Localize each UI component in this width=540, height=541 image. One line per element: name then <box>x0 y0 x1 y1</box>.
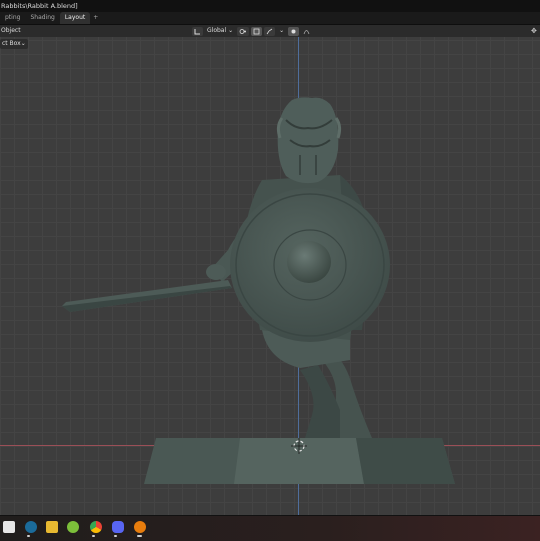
workspace-tabs: pting Shading Layout + <box>0 12 540 25</box>
file-explorer-icon[interactable] <box>46 521 58 533</box>
sword <box>62 280 232 312</box>
pivot-point-icon[interactable] <box>237 26 250 36</box>
falloff-icon[interactable] <box>301 27 312 36</box>
windows-taskbar <box>0 515 540 541</box>
snap-dropdown[interactable]: ⌄ <box>277 27 286 36</box>
view-navigate-icon[interactable]: ✥ <box>531 26 540 36</box>
base-plate <box>144 438 455 484</box>
snap-target-icon[interactable] <box>264 26 276 36</box>
transform-orientation-icon[interactable] <box>192 26 203 36</box>
transform-controls: Global ⌄ ⌄ <box>192 26 312 36</box>
tab-shading[interactable]: Shading <box>25 12 59 24</box>
round-shield <box>230 188 390 342</box>
steam-running-indicator <box>27 535 30 537</box>
proportional-editing-icon[interactable] <box>288 26 300 36</box>
viewport-header: Object Global ⌄ ⌄ <box>0 25 540 37</box>
chrome-icon[interactable] <box>90 521 102 533</box>
chrome-running-indicator <box>92 535 95 537</box>
helmeted-head <box>276 97 342 184</box>
windows-icon[interactable] <box>3 521 15 533</box>
discord-running-indicator <box>114 535 117 537</box>
transform-orientation-dropdown[interactable]: Global ⌄ <box>205 27 235 36</box>
add-workspace-button[interactable]: + <box>90 12 101 24</box>
tab-scripting[interactable]: pting <box>0 12 25 24</box>
blender-active-indicator <box>137 535 142 537</box>
transform-orientation-label: Global <box>207 27 227 34</box>
window-title: Rabbits\Rabbit A.blend] <box>1 2 78 10</box>
steam-icon[interactable] <box>25 521 37 533</box>
tab-layout[interactable]: Layout <box>59 12 91 24</box>
snap-toggle-icon[interactable] <box>251 26 263 36</box>
object-mode-menu[interactable]: Object <box>0 25 21 37</box>
title-bar: Rabbits\Rabbit A.blend] <box>0 0 540 12</box>
discord-icon[interactable] <box>112 521 124 533</box>
rabbit-warrior-model[interactable] <box>0 37 540 515</box>
chevron-down-icon: ⌄ <box>279 27 285 34</box>
blender-icon[interactable] <box>134 521 146 533</box>
green-app-icon[interactable] <box>67 521 79 533</box>
chevron-down-icon: ⌄ <box>228 27 234 34</box>
